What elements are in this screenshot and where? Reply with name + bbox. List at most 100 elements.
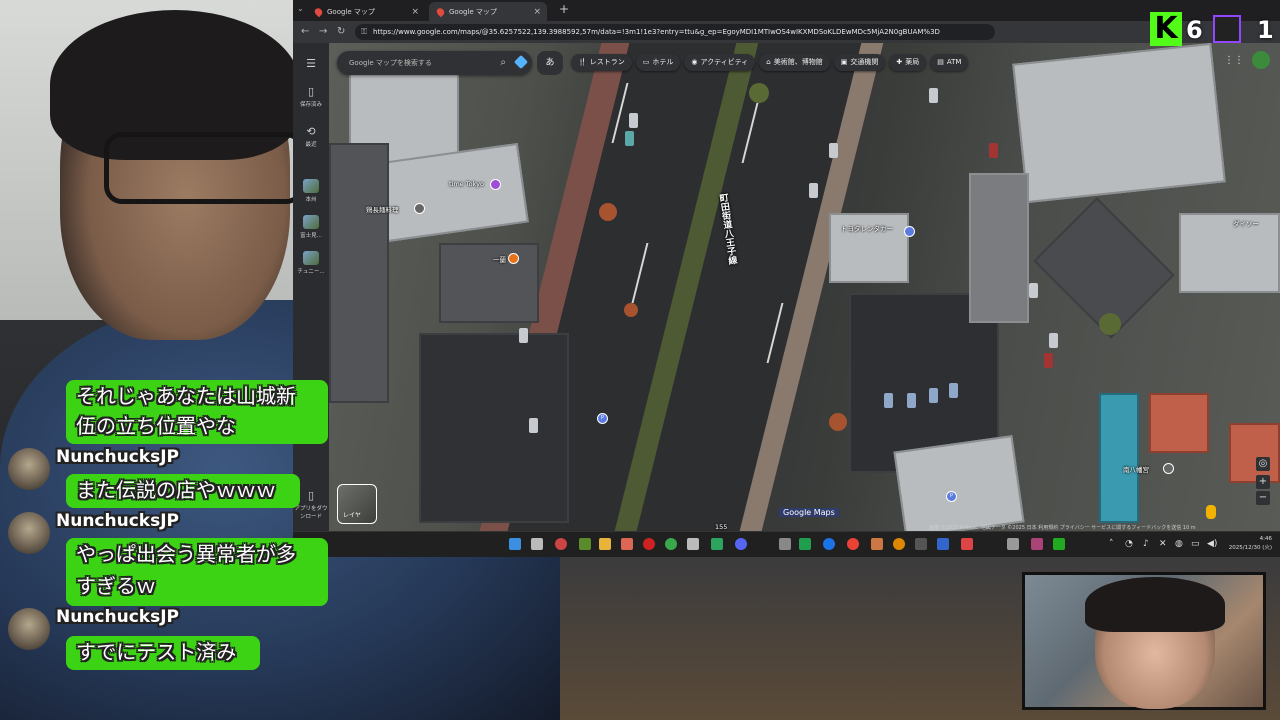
car xyxy=(884,393,893,408)
search-icon[interactable] xyxy=(531,538,543,550)
edge-icon[interactable] xyxy=(823,538,835,550)
back-icon[interactable]: ← xyxy=(301,26,309,37)
sidebar-item-label: チュニー... xyxy=(297,269,325,275)
app-icon[interactable] xyxy=(893,538,905,550)
chip-hotels[interactable]: ▭ ホテル xyxy=(635,54,681,71)
close-tab-icon[interactable]: × xyxy=(411,7,419,17)
url-text: https://www.google.com/maps/@35.6257522,… xyxy=(373,28,940,36)
place-marker-icon[interactable] xyxy=(414,203,425,214)
input-mode-button[interactable]: あ xyxy=(537,51,563,75)
chat-username: NunchucksJP xyxy=(56,607,180,627)
restaurant-icon: 🍴 xyxy=(578,58,587,66)
search-icon[interactable]: ⌕ xyxy=(500,51,506,75)
tab-google-maps-1[interactable]: Google マップ × xyxy=(307,2,425,21)
app-icon[interactable] xyxy=(579,538,591,550)
sidebar-item-recent[interactable]: ⟲ 最近 xyxy=(293,125,329,148)
account-avatar[interactable] xyxy=(1252,51,1270,69)
close-tab-icon[interactable]: × xyxy=(533,7,541,17)
place-label[interactable]: ダイソー xyxy=(1233,218,1259,228)
clock-time: 4:46 xyxy=(1259,536,1272,542)
app-icon[interactable] xyxy=(555,538,567,550)
tray-icon[interactable]: ◍ xyxy=(1175,539,1183,549)
network-icon[interactable]: ▭ xyxy=(1191,539,1200,549)
app-icon[interactable] xyxy=(621,538,633,550)
sidebar-item-recent-place-1[interactable]: 本州 xyxy=(293,179,329,203)
chip-restaurants[interactable]: 🍴 レストラン xyxy=(571,54,632,71)
tray-icon[interactable]: ◔ xyxy=(1125,539,1133,549)
pegman-icon[interactable] xyxy=(1206,505,1216,519)
xbox-icon[interactable] xyxy=(799,538,811,550)
address-bar[interactable]: ⚿ https://www.google.com/maps/@35.625752… xyxy=(355,24,995,40)
sidebar-item-recent-place-2[interactable]: 富士見... xyxy=(293,215,329,239)
app-icon[interactable] xyxy=(1007,538,1019,550)
menu-icon: ☰ xyxy=(306,57,316,70)
tray-chevron-icon[interactable]: ˄ xyxy=(1109,539,1114,549)
chip-pharmacy[interactable]: ✚ 薬局 xyxy=(889,54,927,71)
place-label[interactable]: 鶏長麺料理 xyxy=(366,204,399,214)
chat-message: すぎるｗ xyxy=(66,570,328,606)
sidebar-menu[interactable]: ☰ xyxy=(293,57,329,72)
place-label[interactable]: トヨタレンタカー xyxy=(841,223,893,233)
chip-atm[interactable]: ▤ ATM xyxy=(930,54,969,71)
microphone-icon[interactable]: ♪ xyxy=(1143,539,1149,549)
forward-icon[interactable]: → xyxy=(319,26,327,37)
place-marker-icon[interactable] xyxy=(490,179,501,190)
chip-activities[interactable]: ◉ アクティビティ xyxy=(684,54,756,71)
chrome-icon[interactable] xyxy=(847,538,859,550)
tab-search-icon[interactable]: ⌄ xyxy=(297,4,304,13)
tab-google-maps-2[interactable]: Google マップ × xyxy=(429,2,547,21)
maps-favicon-icon xyxy=(313,6,324,17)
start-icon[interactable] xyxy=(509,538,521,550)
taskbar-clock[interactable]: 4:46 2025/12/30 (火) xyxy=(1229,535,1272,553)
place-marker-icon[interactable] xyxy=(904,226,915,237)
app-icon[interactable] xyxy=(1053,538,1065,550)
building xyxy=(1179,213,1280,293)
apps-grid-icon[interactable]: ⋮⋮ xyxy=(1224,55,1244,66)
file-explorer-icon[interactable] xyxy=(599,538,611,550)
twitch-logo-icon xyxy=(1213,15,1241,43)
twitch-viewer-count: 1 xyxy=(1257,16,1274,44)
building xyxy=(1149,393,1209,453)
app-icon[interactable] xyxy=(779,538,791,550)
line-icon[interactable] xyxy=(665,538,677,550)
chat-user-avatar xyxy=(8,448,50,490)
sidebar-item-label: 本州 xyxy=(305,197,317,203)
chip-transit[interactable]: ▣ 交通機関 xyxy=(833,54,886,71)
chip-museums[interactable]: ⌂ 美術館、博物館 xyxy=(759,54,830,71)
browser-window: ⌄ Google マップ × Google マップ × + ← → ↻ ⚿ ht… xyxy=(293,0,1280,556)
new-tab-icon[interactable]: + xyxy=(559,2,569,16)
volume-icon[interactable]: ◀) xyxy=(1207,539,1217,549)
app-icon[interactable] xyxy=(961,538,973,550)
app-icon[interactable] xyxy=(711,538,723,550)
close-icon[interactable]: ✕ xyxy=(1159,539,1167,549)
satellite-map[interactable]: 町田街道八王子線 time Tokyo 鶏長麺料理 一蘭 トヨタレンタカー 南八… xyxy=(329,43,1280,531)
parking-marker-icon[interactable]: P xyxy=(597,413,608,424)
parking-marker-icon[interactable]: P xyxy=(946,491,957,502)
app-icon[interactable] xyxy=(871,538,883,550)
discord-icon[interactable] xyxy=(735,538,747,550)
record-icon[interactable] xyxy=(643,538,655,550)
sidebar-item-saved[interactable]: ▯ 保存済み xyxy=(293,85,329,108)
app-icon[interactable] xyxy=(1031,538,1043,550)
car xyxy=(907,393,916,408)
maps-search-box[interactable]: Google マップを検索する ⌕ xyxy=(337,51,532,75)
site-info-icon[interactable]: ⚿ xyxy=(361,24,367,40)
zoom-out-button[interactable]: − xyxy=(1256,491,1270,505)
reload-icon[interactable]: ↻ xyxy=(337,26,345,37)
shrine-marker-icon[interactable] xyxy=(1163,463,1174,474)
app-icon[interactable] xyxy=(687,538,699,550)
place-label[interactable]: 一蘭 xyxy=(493,254,506,264)
place-label[interactable]: time Tokyo xyxy=(449,180,484,188)
zoom-in-button[interactable]: + xyxy=(1256,475,1270,489)
app-icon[interactable] xyxy=(915,538,927,550)
car xyxy=(529,418,538,433)
layer-switcher[interactable]: レイヤ xyxy=(337,484,377,524)
car xyxy=(929,88,938,103)
directions-icon[interactable] xyxy=(513,54,529,70)
app-icon[interactable] xyxy=(937,538,949,550)
place-label[interactable]: 南八幡宮 xyxy=(1123,464,1149,474)
restaurant-marker-icon[interactable] xyxy=(508,253,519,264)
tree xyxy=(749,83,769,103)
sidebar-item-recent-place-3[interactable]: チュニー... xyxy=(293,251,329,275)
my-location-icon[interactable]: ◎ xyxy=(1256,457,1270,471)
